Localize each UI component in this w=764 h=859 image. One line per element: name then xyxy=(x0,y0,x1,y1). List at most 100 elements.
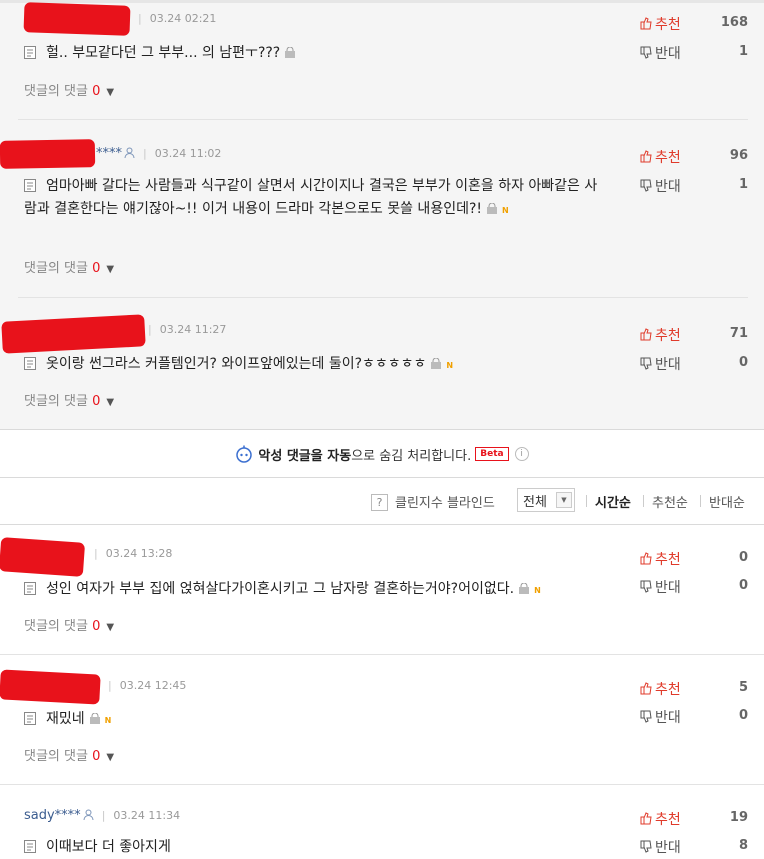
reply-count: 0 xyxy=(92,84,101,99)
reply-count: 0 xyxy=(92,619,101,634)
new-badge: N xyxy=(104,716,112,725)
comment-text: 이때보다 더 좋아지게 xyxy=(46,839,171,855)
downvote-count: 1 xyxy=(738,177,748,192)
comment-meta: | 03.24 02:21 xyxy=(138,12,217,25)
comment-divider xyxy=(18,297,748,298)
comment-time: 03.24 13:28 xyxy=(105,547,173,560)
thumbs-up-icon xyxy=(640,552,652,565)
comment-divider xyxy=(0,654,764,655)
username[interactable]: **** xyxy=(96,146,122,161)
reply-toggle[interactable]: 댓글의 댓글 0 ▼ xyxy=(24,745,114,764)
comment-body: 옷이랑 썬그라스 커플템인거? 와이프앞에있는데 둘이?ㅎㅎㅎㅎㅎ N xyxy=(24,353,624,376)
comment-body: 이때보다 더 좋아지게 xyxy=(24,836,624,859)
username[interactable]: sady**** xyxy=(24,808,81,823)
report-icon[interactable] xyxy=(89,713,101,725)
upvote-label: 추천 xyxy=(655,150,681,166)
cleanbot-filter-label: 클린지수 블라인드 xyxy=(395,496,495,511)
sort-by-time[interactable]: 시간순 xyxy=(595,492,631,511)
upvote-button[interactable]: 추천 xyxy=(640,325,681,345)
comment-body: 엄마아빠 갈다는 사람들과 식구같이 살면서 시간이지나 결국은 부부가 이혼을… xyxy=(24,175,609,221)
report-icon[interactable] xyxy=(486,203,498,215)
reply-toggle[interactable]: 댓글의 댓글 0 ▼ xyxy=(24,615,114,634)
comment-meta: | 03.24 13:28 xyxy=(94,547,173,560)
thumbs-down-icon xyxy=(640,840,652,853)
reply-label: 댓글의 댓글 xyxy=(24,261,88,276)
thumbs-up-icon xyxy=(640,17,652,30)
comment-meta: sady**** | 03.24 11:34 xyxy=(24,808,181,823)
upvote-button[interactable]: 추천 xyxy=(640,809,681,829)
sort-bar: ? 클린지수 블라인드 전체 ▼ 시간순 추천순 반대순 xyxy=(0,478,764,524)
comment-time: 03.24 02:21 xyxy=(149,12,217,25)
reply-toggle[interactable]: 댓글의 댓글 0 ▼ xyxy=(24,390,114,409)
comment-text: 헐.. 부모같다던 그 부부... 의 남편ㅜ??? xyxy=(46,45,281,61)
chevron-down-icon: ▼ xyxy=(106,87,115,98)
sort-divider xyxy=(643,495,644,507)
thumbs-down-icon xyxy=(640,179,652,192)
report-icon[interactable] xyxy=(284,47,296,59)
comment-text: 옷이랑 썬그라스 커플템인거? 와이프앞에있는데 둘이?ㅎㅎㅎㅎㅎ xyxy=(46,356,427,372)
thumbs-up-icon xyxy=(640,328,652,341)
downvote-button[interactable]: 반대 xyxy=(640,354,681,374)
report-icon[interactable] xyxy=(518,583,530,595)
comment-body: 재밌네 N xyxy=(24,708,624,731)
help-icon[interactable]: ? xyxy=(371,494,388,511)
upvote-button[interactable]: 추천 xyxy=(640,14,681,34)
notice-text: 으로 숨김 처리합니다. xyxy=(351,448,472,464)
sort-divider xyxy=(586,495,587,507)
chevron-down-icon: ▼ xyxy=(106,397,115,408)
reply-label: 댓글의 댓글 xyxy=(24,84,88,99)
downvote-button[interactable]: 반대 xyxy=(640,43,681,63)
chevron-down-icon: ▼ xyxy=(106,264,115,275)
upvote-count: 168 xyxy=(720,15,748,30)
downvote-label: 반대 xyxy=(655,580,681,596)
document-icon xyxy=(24,840,36,853)
upvote-label: 추천 xyxy=(655,17,681,33)
upvote-label: 추천 xyxy=(655,328,681,344)
reply-count: 0 xyxy=(92,394,101,409)
chevron-down-icon: ▼ xyxy=(106,622,115,633)
chevron-down-icon: ▼ xyxy=(556,492,572,508)
reply-toggle[interactable]: 댓글의 댓글 0 ▼ xyxy=(24,80,114,99)
thumbs-up-icon xyxy=(640,150,652,163)
downvote-count: 0 xyxy=(738,578,748,593)
comment-time: 03.24 11:27 xyxy=(159,323,227,336)
downvote-button[interactable]: 반대 xyxy=(640,577,681,597)
redacted-username xyxy=(0,139,96,169)
reply-toggle[interactable]: 댓글의 댓글 0 ▼ xyxy=(24,257,114,276)
thumbs-up-icon xyxy=(640,812,652,825)
comment-meta: | 03.24 11:27 xyxy=(148,323,227,336)
upvote-button[interactable]: 추천 xyxy=(640,679,681,699)
downvote-count: 0 xyxy=(738,355,748,370)
redacted-username xyxy=(0,537,86,577)
downvote-count: 1 xyxy=(738,44,748,59)
downvote-label: 반대 xyxy=(655,710,681,726)
comment-divider xyxy=(0,784,764,785)
sort-by-dislikes[interactable]: 반대순 xyxy=(709,492,745,511)
upvote-count: 0 xyxy=(738,550,748,565)
thumbs-up-icon xyxy=(640,682,652,695)
upvote-button[interactable]: 추천 xyxy=(640,147,681,167)
upvote-count: 19 xyxy=(729,810,748,825)
cleanbot-filter-select[interactable]: 전체 ▼ xyxy=(517,488,575,512)
reply-label: 댓글의 댓글 xyxy=(24,394,88,409)
comment-text: 재밌네 xyxy=(46,711,85,727)
downvote-count: 0 xyxy=(738,708,748,723)
comment-meta: | 03.24 12:45 xyxy=(108,679,187,692)
upvote-count: 5 xyxy=(738,680,748,695)
sortbar-divider xyxy=(0,524,764,525)
downvote-button[interactable]: 반대 xyxy=(640,707,681,727)
upvote-count: 96 xyxy=(729,148,748,163)
comment-text: 성인 여자가 부부 집에 얹혀살다가이혼시키고 그 남자랑 결혼하는거야?어이없… xyxy=(46,581,515,597)
document-icon xyxy=(24,712,36,725)
comment-meta: **** | 03.24 11:02 xyxy=(96,146,222,161)
upvote-count: 71 xyxy=(729,326,748,341)
upvote-button[interactable]: 추천 xyxy=(640,549,681,569)
downvote-button[interactable]: 반대 xyxy=(640,176,681,196)
report-icon[interactable] xyxy=(430,358,442,370)
sort-by-likes[interactable]: 추천순 xyxy=(652,492,688,511)
comment-time: 03.24 11:34 xyxy=(113,809,181,822)
thumbs-down-icon xyxy=(640,357,652,370)
downvote-button[interactable]: 반대 xyxy=(640,837,681,857)
upvote-label: 추천 xyxy=(655,682,681,698)
info-icon[interactable]: i xyxy=(514,447,529,461)
